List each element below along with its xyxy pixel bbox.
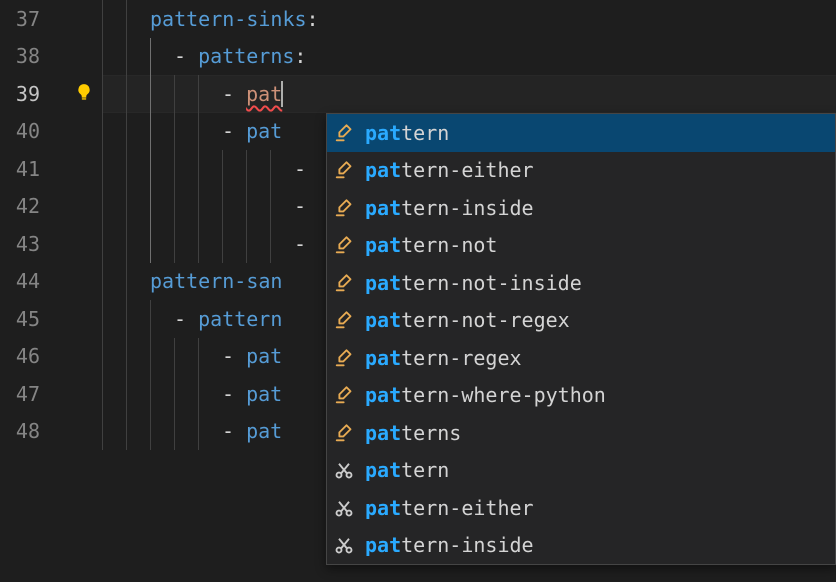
suggest-item-label: pattern-where-python — [365, 383, 606, 407]
property-icon — [333, 423, 355, 443]
yaml-dash: - — [222, 119, 246, 143]
property-icon — [333, 348, 355, 368]
line-number: 47 — [0, 382, 66, 406]
line-number: 38 — [0, 44, 66, 68]
line-number: 45 — [0, 307, 66, 331]
line-number: 42 — [0, 194, 66, 218]
line-number: 48 — [0, 419, 66, 443]
lightbulb-icon[interactable] — [75, 82, 93, 106]
yaml-dash: - — [294, 194, 306, 218]
snippet-icon — [333, 535, 355, 555]
typed-text: pat — [246, 82, 282, 106]
line-number: 46 — [0, 344, 66, 368]
text-cursor — [281, 81, 283, 107]
line-number: 37 — [0, 7, 66, 31]
suggest-item-label: pattern-not-inside — [365, 271, 582, 295]
yaml-key: pattern-sinks — [150, 7, 307, 31]
property-icon — [333, 273, 355, 293]
yaml-dash: - — [222, 344, 246, 368]
property-icon — [333, 198, 355, 218]
suggest-item-label: pattern-inside — [365, 533, 534, 557]
line-number: 40 — [0, 119, 66, 143]
snippet-icon — [333, 460, 355, 480]
suggest-item[interactable]: pattern-inside — [327, 527, 835, 565]
property-icon — [333, 385, 355, 405]
yaml-dash: - — [222, 82, 246, 106]
suggest-item-label: pattern-not — [365, 233, 497, 257]
glyph-margin — [66, 82, 102, 106]
yaml-key: pat — [246, 382, 282, 406]
property-icon — [333, 160, 355, 180]
yaml-key: pat — [246, 119, 282, 143]
suggest-item[interactable]: pattern-regex — [327, 339, 835, 377]
property-icon — [333, 123, 355, 143]
yaml-dash: - — [222, 382, 246, 406]
suggest-item[interactable]: patterns — [327, 414, 835, 452]
suggest-item-label: pattern — [365, 121, 449, 145]
property-icon — [333, 310, 355, 330]
suggest-widget[interactable]: pattern pattern-either pattern-inside patte… — [326, 113, 836, 565]
suggest-item[interactable]: pattern-not-inside — [327, 264, 835, 302]
suggest-item[interactable]: pattern-not — [327, 227, 835, 265]
yaml-dash: - — [174, 44, 198, 68]
suggest-item[interactable]: pattern-either — [327, 489, 835, 527]
yaml-dash: - — [222, 419, 246, 443]
snippet-icon — [333, 498, 355, 518]
yaml-key: patterns — [198, 44, 294, 68]
property-icon — [333, 235, 355, 255]
yaml-key: pat — [246, 419, 282, 443]
suggest-item[interactable]: pattern — [327, 452, 835, 490]
line-number: 41 — [0, 157, 66, 181]
line-number: 39 — [0, 82, 66, 106]
yaml-key: pat — [246, 344, 282, 368]
suggest-item[interactable]: pattern-not-regex — [327, 302, 835, 340]
colon: : — [307, 7, 319, 31]
suggest-item[interactable]: pattern-either — [327, 152, 835, 190]
suggest-item[interactable]: pattern-inside — [327, 189, 835, 227]
suggest-item-label: patterns — [365, 421, 461, 445]
yaml-dash: - — [174, 307, 198, 331]
suggest-item-label: pattern-not-regex — [365, 308, 570, 332]
yaml-dash: - — [294, 157, 306, 181]
yaml-key: pattern-san — [150, 269, 282, 293]
line-number: 44 — [0, 269, 66, 293]
line-number: 43 — [0, 232, 66, 256]
suggest-item[interactable]: pattern-where-python — [327, 377, 835, 415]
yaml-key: pattern — [198, 307, 282, 331]
suggest-item-label: pattern-regex — [365, 346, 522, 370]
code-line[interactable]: 38 - patterns: — [0, 38, 836, 76]
code-line-active[interactable]: 39 - pat — [0, 75, 836, 113]
suggest-item-label: pattern-inside — [365, 196, 534, 220]
yaml-dash: - — [294, 232, 306, 256]
code-line[interactable]: 37 pattern-sinks: — [0, 0, 836, 38]
suggest-item[interactable]: pattern — [327, 114, 835, 152]
suggest-item-label: pattern-either — [365, 496, 534, 520]
suggest-item-label: pattern-either — [365, 158, 534, 182]
colon: : — [294, 44, 306, 68]
suggest-item-label: pattern — [365, 458, 449, 482]
